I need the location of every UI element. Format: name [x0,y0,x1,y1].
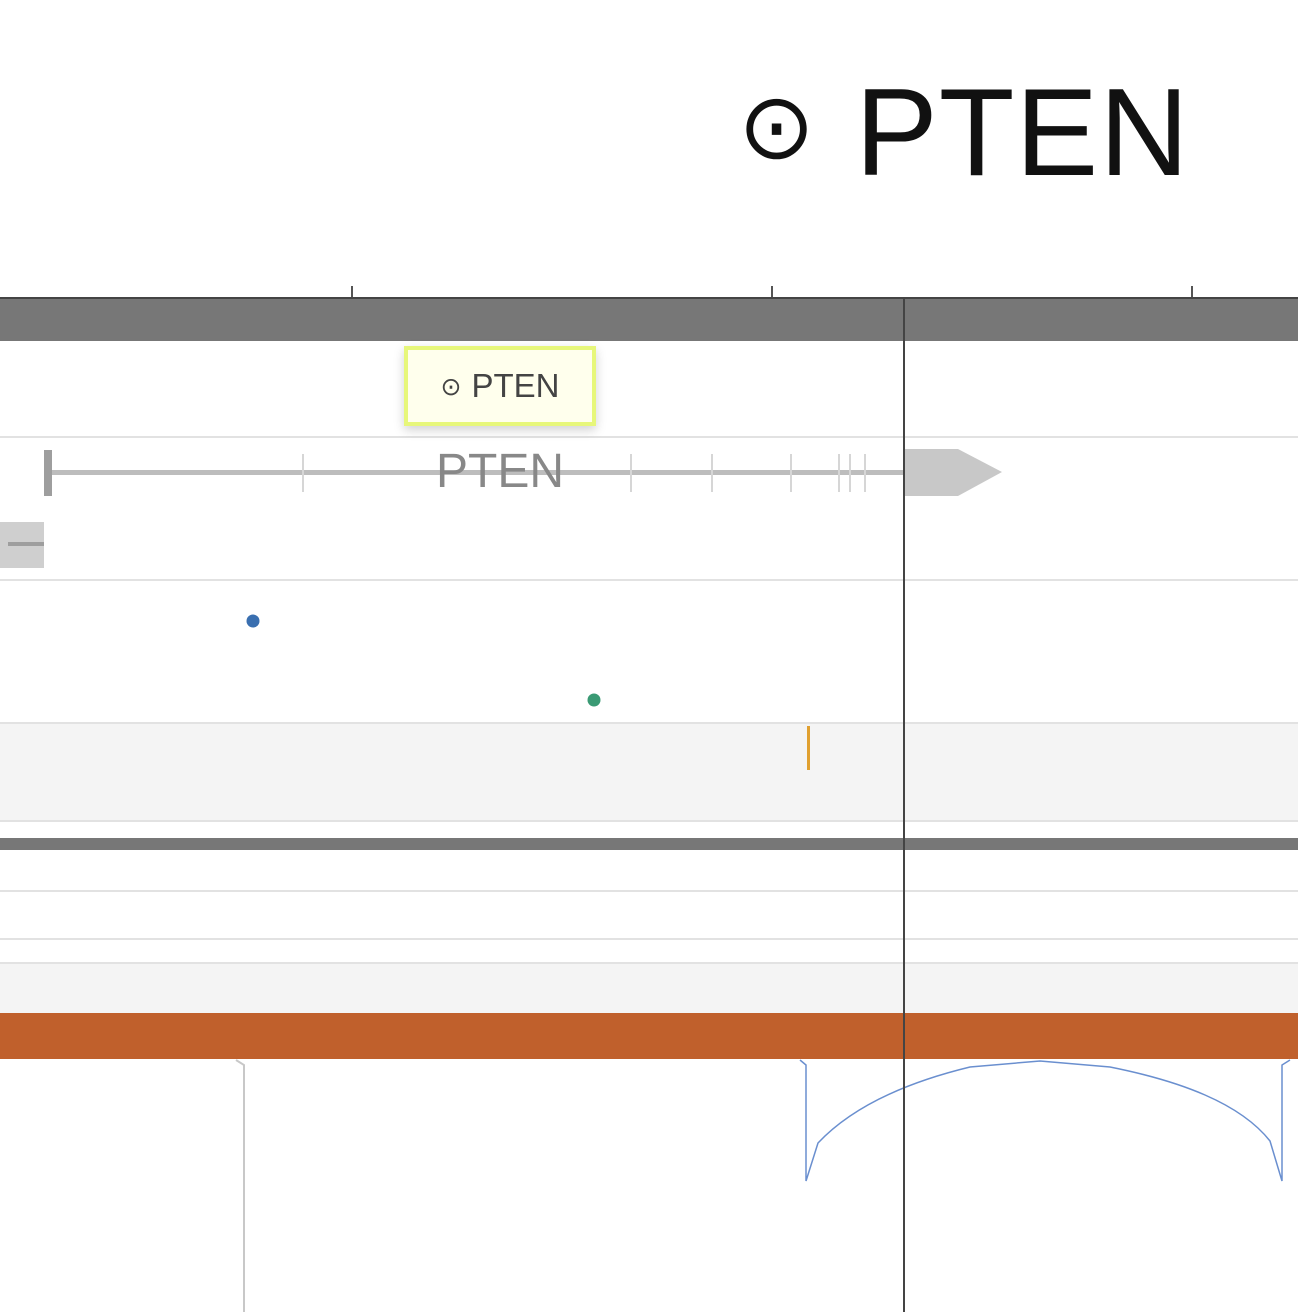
track-separator-band [0,838,1298,850]
gene-track-label: PTEN [436,445,565,498]
gene-model[interactable] [0,440,1298,580]
exon-tick [838,454,840,492]
target-icon[interactable]: ⊙ [738,81,815,173]
splice-junction-track [235,1059,1291,1312]
splice-arc[interactable] [799,1059,1291,1182]
variant-mark-orange[interactable] [807,726,810,770]
exon-tick [849,454,851,492]
coverage-edge [235,1059,245,1312]
exon-tick [630,454,632,492]
exon-tick [302,454,304,492]
target-icon: ⊙ [440,373,462,401]
track-divider [0,890,1298,892]
gene-title-label: PTEN [855,64,1190,202]
variant-dot-green[interactable] [587,693,601,707]
track-header-band [0,299,1298,341]
exon-tick [711,454,713,492]
position-cursor[interactable] [903,297,905,1312]
exon-tick [864,454,866,492]
adjacent-gene-line [8,542,44,546]
variant-dot-blue[interactable] [246,614,260,628]
coverage-bar[interactable] [0,1013,1298,1059]
strand-arrow-icon [903,449,1002,496]
shaded-track [0,724,1298,820]
shaded-track [0,964,1298,1013]
tooltip-text: PTEN [471,367,560,404]
gene-start-cap [44,450,52,496]
track-divider [0,436,1298,438]
variant-track [246,614,601,707]
track-divider [0,820,1298,822]
exon-tick [790,454,792,492]
gene-tooltip: ⊙ PTEN [404,346,596,426]
track-divider [0,938,1298,940]
gene-title: ⊙ PTEN [738,68,1190,198]
